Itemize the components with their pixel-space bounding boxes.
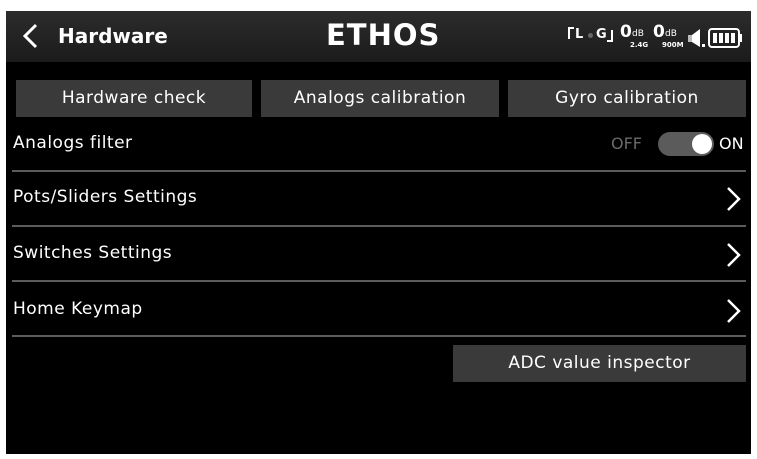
- telemetry-g-indicator: G: [596, 27, 607, 42]
- chevron-right-icon: [727, 299, 741, 323]
- pots-sliders-settings-row[interactable]: Pots/Sliders Settings: [6, 172, 751, 225]
- rssi-900m-value: 0: [653, 22, 665, 42]
- hardware-check-button[interactable]: Hardware check: [16, 80, 252, 117]
- radio-screen: Hardware ETHOS L G 0 dB 2.4G 0 dB 900M H…: [6, 11, 751, 454]
- switches-settings-row[interactable]: Switches Settings: [6, 227, 751, 280]
- rssi-2g4-band: 2.4G: [630, 41, 649, 49]
- ethos-logo: ETHOS: [326, 20, 440, 50]
- switches-settings-label: Switches Settings: [13, 243, 173, 263]
- chevron-right-icon: [727, 243, 741, 267]
- telemetry-l-indicator: L: [575, 27, 584, 42]
- analogs-filter-on-label: ON: [719, 134, 744, 153]
- rssi-2g4-value: 0: [620, 22, 632, 42]
- analogs-calibration-button[interactable]: Analogs calibration: [261, 80, 499, 117]
- toggle-knob: [692, 134, 712, 154]
- home-keymap-row[interactable]: Home Keymap: [6, 282, 751, 335]
- rssi-2g4-unit: dB: [632, 29, 644, 39]
- speaker-icon: [688, 29, 705, 47]
- battery-icon: [708, 28, 742, 48]
- analogs-filter-label: Analogs filter: [13, 133, 133, 153]
- chevron-right-icon: [727, 187, 741, 211]
- chevron-left-icon: [22, 23, 38, 49]
- header-bar: Hardware ETHOS L G 0 dB 2.4G 0 dB 900M: [6, 11, 751, 62]
- rssi-900m-band: 900M: [662, 41, 684, 49]
- analogs-filter-off-label: OFF: [611, 134, 642, 153]
- logo-left: ETH: [326, 18, 393, 52]
- gyro-calibration-button[interactable]: Gyro calibration: [508, 80, 746, 117]
- status-area: L G 0 dB 2.4G 0 dB 900M: [566, 21, 746, 53]
- back-button[interactable]: [14, 19, 48, 53]
- analogs-filter-toggle[interactable]: [658, 132, 714, 156]
- page-title: Hardware: [58, 24, 168, 48]
- link-dot-icon: [588, 33, 593, 38]
- divider: [12, 335, 746, 337]
- rssi-900m-unit: dB: [665, 29, 677, 39]
- home-keymap-label: Home Keymap: [13, 299, 143, 319]
- adc-value-inspector-button[interactable]: ADC value inspector: [453, 345, 746, 382]
- pots-sliders-settings-label: Pots/Sliders Settings: [13, 187, 198, 207]
- logo-right: OS: [392, 18, 441, 52]
